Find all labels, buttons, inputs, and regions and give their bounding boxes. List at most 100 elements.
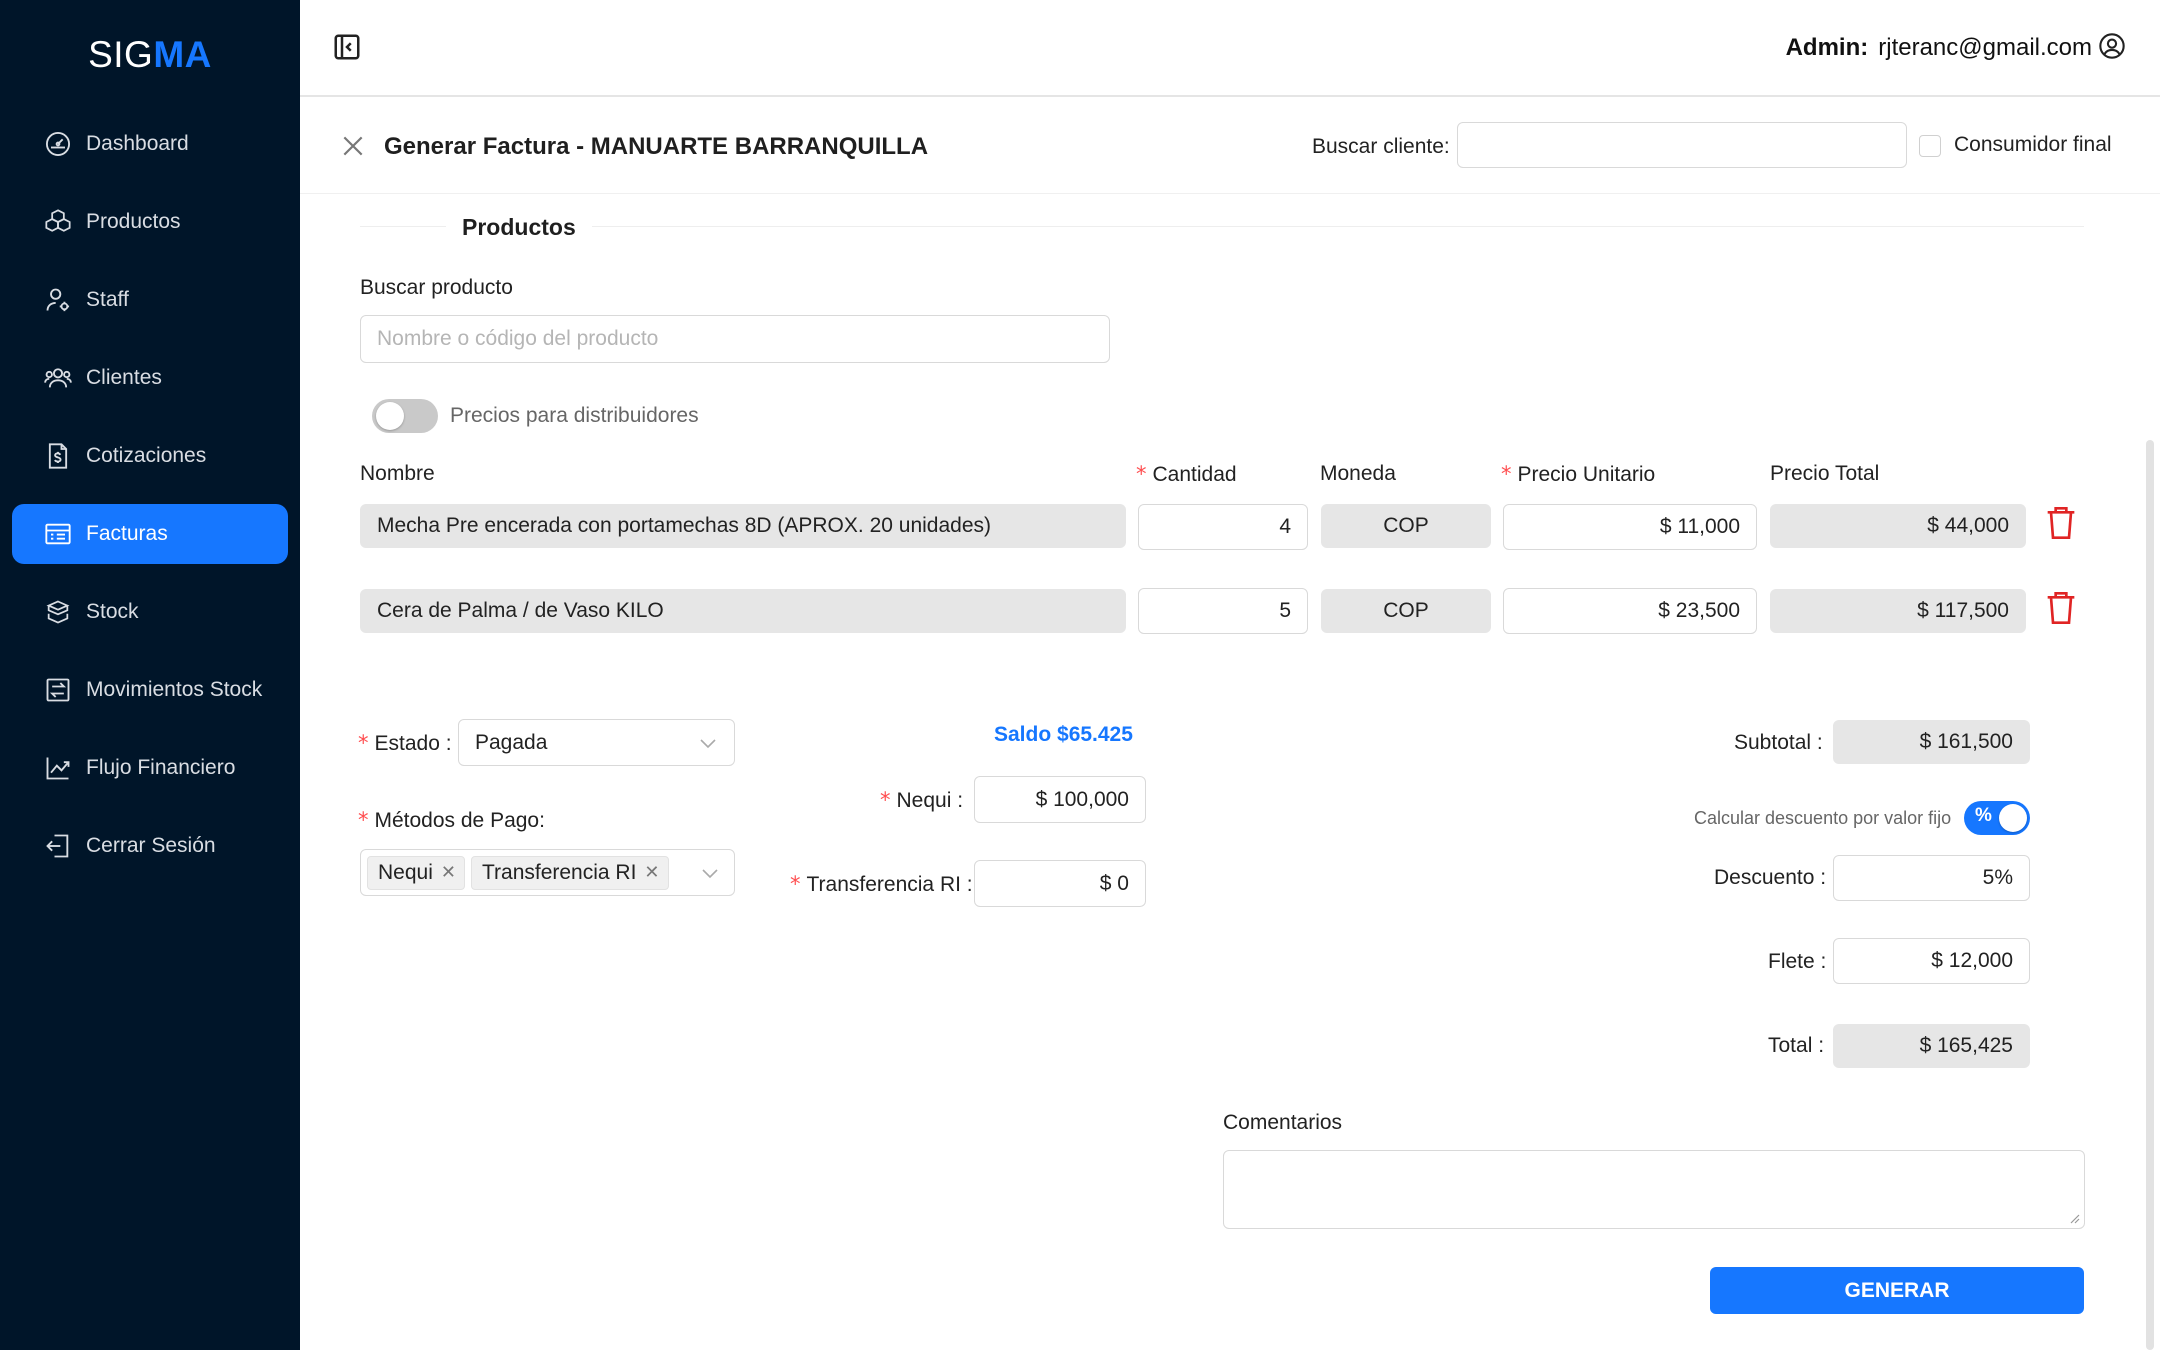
- buscar-cliente-label: Buscar cliente:: [1312, 135, 1450, 158]
- col-header-precio-total: Precio Total: [1770, 462, 1880, 485]
- col-header-cantidad: * Cantidad: [1136, 462, 1237, 486]
- nequi-amount-input[interactable]: $ 100,000: [974, 776, 1146, 823]
- logout-icon: [46, 834, 69, 858]
- calc-descuento-label: Calcular descuento por valor fijo: [1694, 808, 1952, 828]
- descuento-input[interactable]: 5%: [1833, 855, 2030, 901]
- sidebar-item-facturas[interactable]: Facturas: [12, 504, 288, 564]
- sidebar-item-dashboard[interactable]: Dashboard: [12, 114, 288, 174]
- row-precio-unitario-input[interactable]: $ 11,000: [1503, 504, 1757, 550]
- sidebar-item-label: Facturas: [86, 522, 168, 545]
- users-icon: [44, 368, 72, 388]
- subtotal-value: $ 161,500: [1833, 720, 2030, 764]
- sidebar-collapse-icon[interactable]: [332, 32, 362, 62]
- row-precio-total: $ 117,500: [1770, 589, 2026, 633]
- descuento-label: Descuento :: [1714, 866, 1827, 889]
- metodo-tag-transferencia: Transferencia RI ✕: [470, 855, 669, 890]
- saldo-text: Saldo $65.425: [994, 723, 1133, 746]
- row-cantidad-input[interactable]: 5: [1138, 588, 1308, 634]
- metodo-tag-nequi: Nequi ✕: [367, 855, 465, 890]
- chart-line-icon: [46, 757, 70, 780]
- buscar-producto-placeholder: Nombre o código del producto: [377, 327, 659, 350]
- nequi-label: * Nequi :: [880, 788, 964, 812]
- sidebar-item-cotizaciones[interactable]: Cotizaciones: [12, 426, 288, 486]
- boxes-icon: [45, 209, 71, 232]
- admin-info: Admin: rjteranc@gmail.com: [1785, 34, 2092, 61]
- row-moneda: COP: [1321, 504, 1491, 548]
- metodos-pago-label: * Métodos de Pago:: [358, 808, 545, 832]
- sidebar-item-flujo-financiero[interactable]: Flujo Financiero: [12, 738, 288, 798]
- scrollbar[interactable]: [2146, 440, 2154, 1350]
- sidebar-item-label: Flujo Financiero: [86, 756, 236, 779]
- sidebar-item-label: Cerrar Sesión: [86, 834, 216, 857]
- buscar-producto-label: Buscar producto: [360, 276, 513, 299]
- flete-input[interactable]: $ 12,000: [1833, 938, 2030, 984]
- sidebar-item-label: Staff: [86, 288, 129, 311]
- estado-value: Pagada: [475, 730, 548, 754]
- row-precio-unitario-input[interactable]: $ 23,500: [1503, 588, 1757, 634]
- generar-button[interactable]: GENERAR: [1710, 1267, 2084, 1314]
- modal-header: Generar Factura - MANUARTE BARRANQUILLA …: [300, 97, 2160, 194]
- admin-email: rjteranc@gmail.com: [1878, 34, 2092, 61]
- row-nombre: Cera de Palma / de Vaso KILO: [360, 589, 1126, 633]
- toggle-knob: [376, 402, 404, 430]
- consumidor-final-label: Consumidor final: [1954, 133, 2112, 156]
- section-title-productos: Productos: [446, 214, 592, 241]
- sidebar-item-clientes[interactable]: Clientes: [12, 348, 288, 408]
- total-value: $ 165,425: [1833, 1024, 2030, 1068]
- close-icon[interactable]: [340, 133, 366, 159]
- user-circle-icon[interactable]: [2098, 32, 2126, 60]
- sidebar-item-label: Movimientos Stock: [86, 678, 263, 701]
- sidebar-item-label: Cotizaciones: [86, 444, 207, 467]
- sidebar-item-cerrar-sesion[interactable]: Cerrar Sesión: [12, 816, 288, 876]
- buscar-producto-input[interactable]: Nombre o código del producto: [360, 315, 1110, 363]
- transfer-icon: [46, 678, 70, 702]
- col-header-moneda: Moneda: [1320, 462, 1396, 485]
- sidebar: SIGMA Dashboard Productos Staff Clientes…: [0, 0, 300, 1350]
- transferencia-amount-input[interactable]: $ 0: [974, 860, 1146, 907]
- comentarios-textarea[interactable]: [1223, 1150, 2085, 1229]
- metodos-pago-select[interactable]: Nequi ✕ Transferencia RI ✕: [360, 849, 735, 896]
- subtotal-label: Subtotal :: [1734, 731, 1823, 754]
- transferencia-label: * Transferencia RI :: [790, 872, 973, 896]
- total-label: Total :: [1768, 1034, 1825, 1057]
- sidebar-nav: Dashboard Productos Staff Clientes Cotiz…: [12, 114, 288, 894]
- tag-close-icon[interactable]: ✕: [441, 862, 456, 883]
- app-logo[interactable]: SIGMA: [0, 34, 300, 76]
- consumidor-final-checkbox[interactable]: [1919, 135, 1941, 157]
- chevron-down-icon: [700, 739, 716, 749]
- sidebar-item-label: Stock: [86, 600, 139, 623]
- sidebar-item-label: Dashboard: [86, 132, 189, 155]
- row-moneda: COP: [1321, 589, 1491, 633]
- sidebar-item-stock[interactable]: Stock: [12, 582, 288, 642]
- section-divider: [360, 226, 2084, 227]
- invoice-icon: [45, 523, 71, 545]
- tag-close-icon[interactable]: ✕: [644, 862, 659, 883]
- estado-select[interactable]: Pagada: [458, 719, 735, 766]
- row-cantidad-input[interactable]: 4: [1138, 504, 1308, 550]
- dashboard-icon: [45, 131, 71, 157]
- precios-distribuidores-label: Precios para distribuidores: [450, 404, 699, 427]
- resize-handle-icon[interactable]: [2068, 1212, 2080, 1224]
- top-bar: Admin: rjteranc@gmail.com: [300, 0, 2160, 97]
- sidebar-item-label: Clientes: [86, 366, 162, 389]
- sidebar-item-movimientos-stock[interactable]: Movimientos Stock: [12, 660, 288, 720]
- estado-label: * Estado :: [358, 731, 452, 755]
- sidebar-item-staff[interactable]: Staff: [12, 270, 288, 330]
- row-nombre: Mecha Pre encerada con portamechas 8D (A…: [360, 504, 1126, 548]
- trash-icon[interactable]: [2045, 505, 2077, 541]
- comentarios-label: Comentarios: [1223, 1111, 1343, 1134]
- trash-icon[interactable]: [2045, 590, 2077, 626]
- modal-title: Generar Factura - MANUARTE BARRANQUILLA: [384, 133, 929, 160]
- buscar-cliente-input[interactable]: [1457, 122, 1907, 168]
- descuento-fijo-toggle[interactable]: %: [1964, 801, 2030, 835]
- box-stack-icon: [46, 600, 70, 624]
- chevron-down-icon: [702, 869, 718, 879]
- sidebar-item-label: Productos: [86, 210, 181, 233]
- col-header-precio-unitario: * Precio Unitario: [1501, 462, 1656, 486]
- flete-label: Flete :: [1768, 950, 1827, 973]
- document-dollar-icon: [48, 443, 68, 469]
- sidebar-item-productos[interactable]: Productos: [12, 192, 288, 252]
- row-precio-total: $ 44,000: [1770, 504, 2026, 548]
- precios-distribuidores-toggle[interactable]: [372, 399, 438, 433]
- toggle-percent-label: %: [1975, 805, 1992, 826]
